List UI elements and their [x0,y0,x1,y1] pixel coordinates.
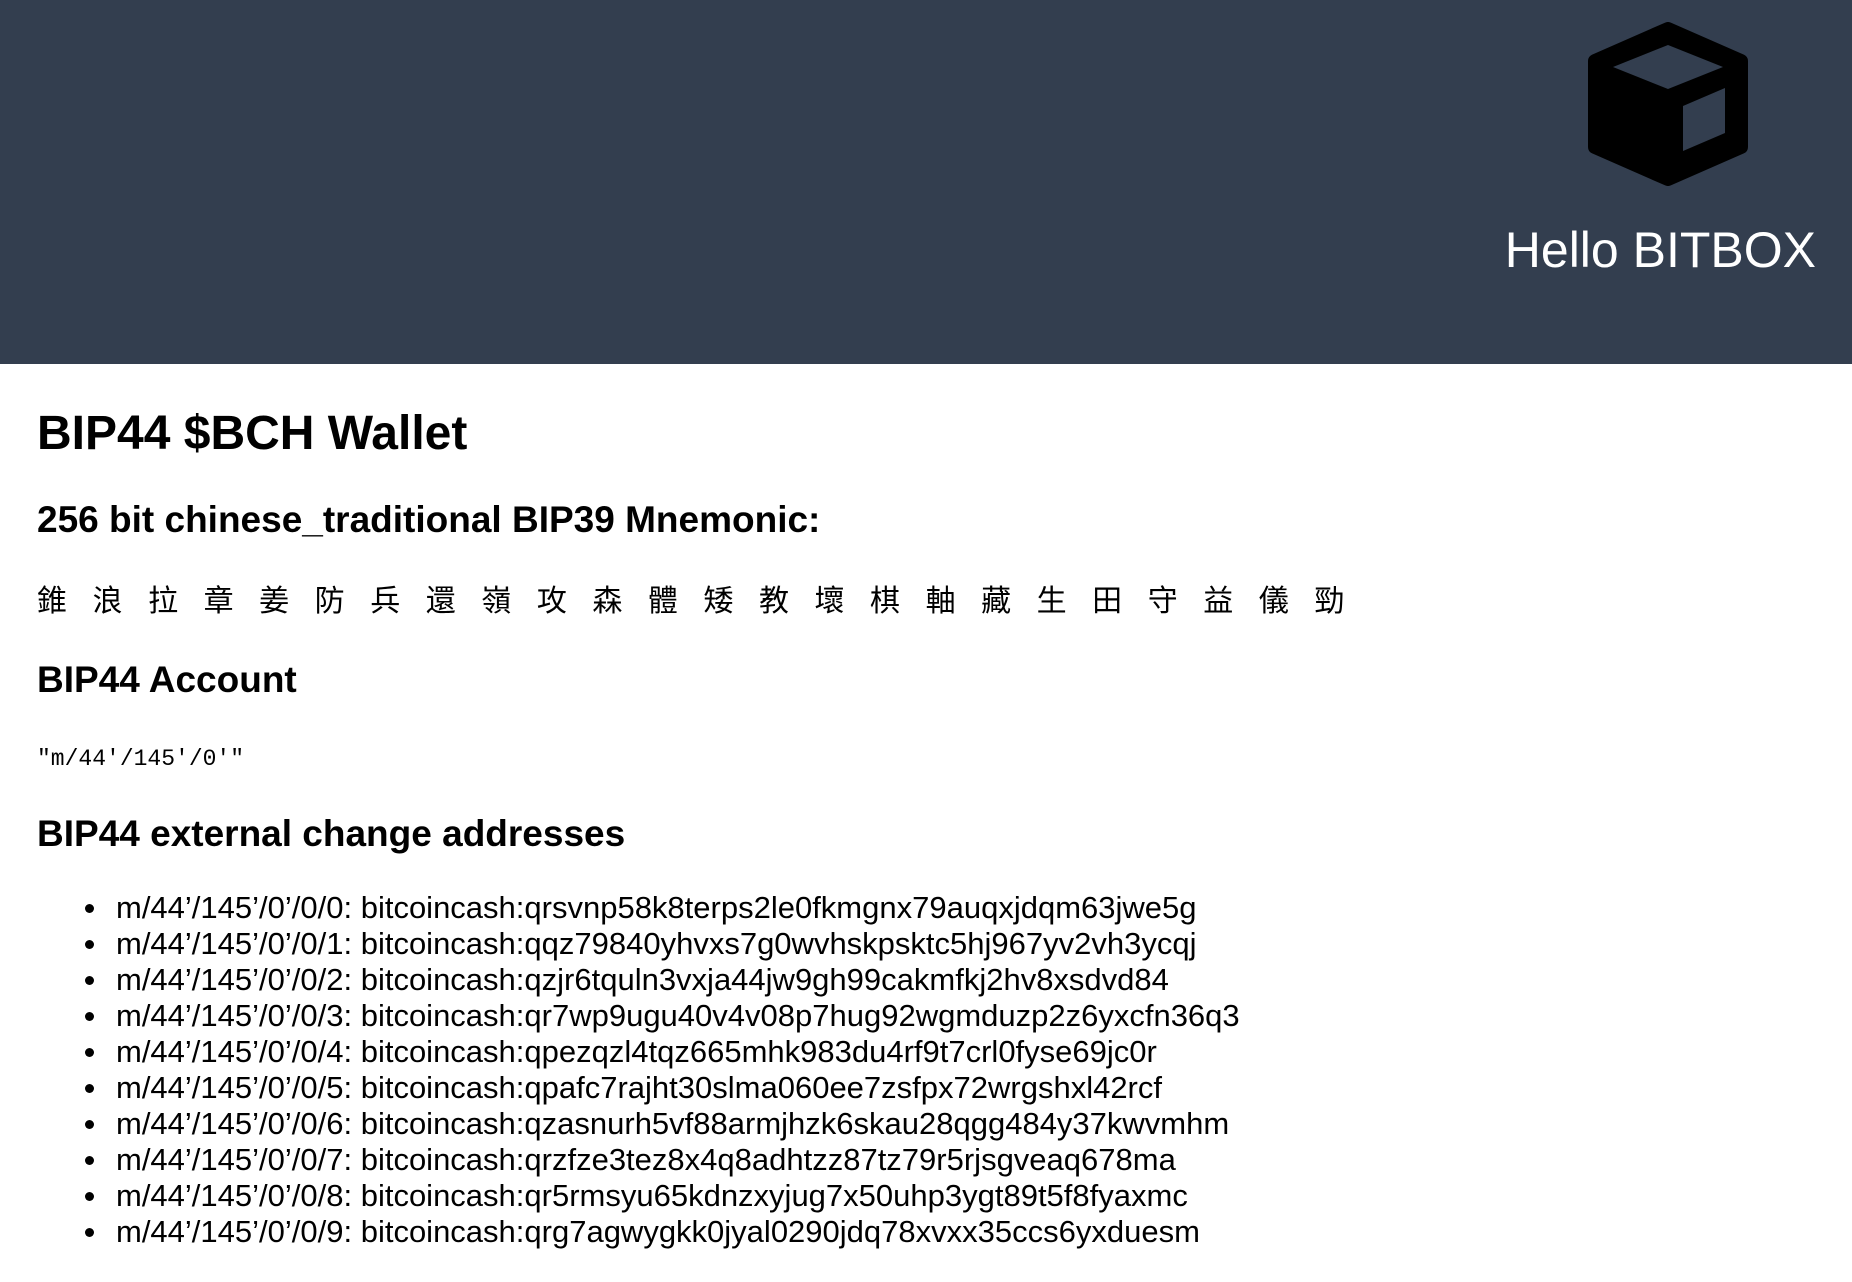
account-heading: BIP44 Account [37,659,297,700]
page-title: BIP44 $BCH Wallet [37,407,468,460]
address-list: m/44’/145’/0’/0/0: bitcoincash:qrsvnp58k… [37,890,1240,1250]
address-item-7: m/44’/145’/0’/0/7: bitcoincash:qrzfze3te… [85,1142,1240,1178]
addresses-heading: BIP44 external change addresses [37,813,626,854]
account-path: "m/44'/145'/0'" [37,746,245,772]
address-item-4: m/44’/145’/0’/0/4: bitcoincash:qpezqzl4t… [85,1034,1240,1070]
cube-icon [1588,22,1748,186]
page-header: Hello BITBOX [0,0,1852,364]
mnemonic-heading: 256 bit chinese_traditional BIP39 Mnemon… [37,499,821,540]
address-item-0: m/44’/145’/0’/0/0: bitcoincash:qrsvnp58k… [85,890,1240,926]
address-item-3: m/44’/145’/0’/0/3: bitcoincash:qr7wp9ugu… [85,998,1240,1033]
mnemonic-phrase: 錐 浪 拉 章 姜 防 兵 還 嶺 攻 森 體 矮 教 壞 棋 軸 藏 生 田 … [37,584,1353,619]
address-item-5: m/44’/145’/0’/0/5: bitcoincash:qpafc7raj… [85,1070,1240,1106]
address-item-9: m/44’/145’/0’/0/9: bitcoincash:qrg7agwyg… [85,1214,1240,1250]
address-item-8: m/44’/145’/0’/0/8: bitcoincash:qr5rmsyu6… [85,1178,1240,1214]
hello-bitbox-heading: Hello BITBOX [1504,222,1816,278]
address-item-1: m/44’/145’/0’/0/1: bitcoincash:qqz79840y… [85,926,1240,962]
address-item-2: m/44’/145’/0’/0/2: bitcoincash:qzjr6tqul… [85,962,1240,998]
address-item-6: m/44’/145’/0’/0/6: bitcoincash:qzasnurh5… [85,1106,1240,1142]
